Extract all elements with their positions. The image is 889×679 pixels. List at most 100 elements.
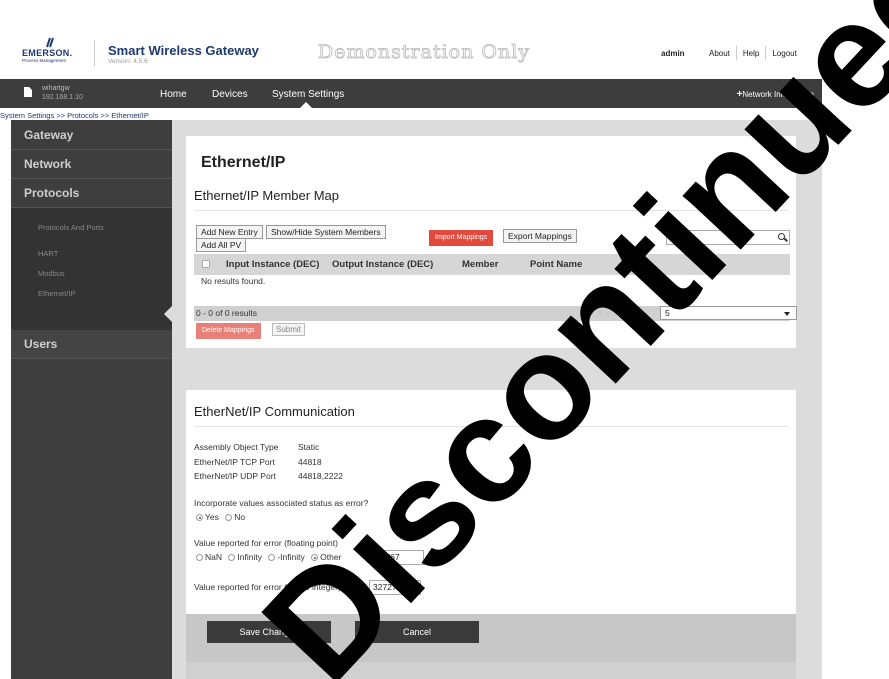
header: EMERSON. Process Management Smart Wirele…	[0, 0, 822, 78]
float-other-radio[interactable]: Other	[311, 552, 341, 562]
search-input[interactable]	[669, 232, 769, 243]
sidebar-link-ethernet-ip[interactable]: Ethernet/IP	[11, 284, 172, 304]
sidebar-item-network[interactable]: Network	[11, 150, 172, 179]
column-member[interactable]: Member	[462, 259, 498, 270]
active-nav-caret	[300, 102, 312, 108]
network-information-label: Network Information	[742, 90, 814, 99]
assembly-object-type-label: Assembly Object Type	[194, 442, 279, 452]
assembly-object-type-value: Static	[298, 442, 320, 452]
sidebar-item-gateway[interactable]: Gateway	[11, 120, 172, 150]
nav-system-settings[interactable]: System Settings	[272, 89, 344, 100]
int-error-label: Value reported for error (native integer…	[194, 582, 341, 592]
radio-checked-icon	[311, 554, 319, 561]
status-yes-label: Yes	[205, 512, 219, 522]
product-version: Version: 4.5.6	[108, 58, 148, 65]
active-item-notch	[164, 306, 172, 322]
float-error-value-field[interactable]: 32767	[372, 550, 424, 565]
show-hide-system-members-button[interactable]: Show/Hide System Members	[266, 225, 386, 239]
brand-name: EMERSON.	[22, 48, 73, 58]
delete-mappings-button[interactable]: Delete Mappings	[196, 323, 261, 339]
member-map-table-header: Input Instance (DEC) Output Instance (DE…	[194, 254, 790, 275]
help-link[interactable]: Help	[737, 49, 765, 58]
header-divider	[94, 40, 95, 66]
sidebar-item-protocols[interactable]: Protocols	[11, 179, 172, 208]
device-name: wihartgw	[42, 85, 70, 92]
add-all-pv-button[interactable]: Add All PV	[196, 238, 247, 252]
float-neg-infinity-radio[interactable]: -Infinity	[268, 552, 305, 562]
network-information-button[interactable]: +Network Information	[737, 89, 814, 100]
status-as-error-options: Yes No	[196, 512, 249, 522]
import-mappings-button[interactable]: Import Mappings	[429, 230, 494, 246]
sidebar-item-users[interactable]: Users	[11, 330, 172, 359]
member-map-title: Ethernet/IP Member Map	[194, 188, 339, 203]
page-title: Ethernet/IP	[201, 154, 286, 171]
float-error-label: Value reported for error (floating point…	[194, 538, 338, 548]
search-box[interactable]	[666, 230, 790, 245]
demo-banner: Demonstration Only	[318, 41, 531, 64]
radio-checked-icon	[196, 514, 203, 521]
page-size-value: 5	[665, 308, 670, 318]
emerson-logo[interactable]: EMERSON. Process Management	[22, 36, 80, 66]
nav-devices[interactable]: Devices	[212, 89, 248, 100]
float-other-label: Other	[320, 552, 342, 562]
float-error-options: NaN Infinity -Infinity Other	[196, 552, 345, 562]
protocols-submenu: Protocols And Ports HART Modbus Ethernet…	[11, 208, 172, 330]
main-nav: wihartgw 192.168.1.10 Home Devices Syste…	[0, 79, 822, 108]
current-user: admin	[661, 49, 685, 58]
float-neg-infinity-label: -Infinity	[277, 552, 305, 562]
pagination-bar: 0 - 0 of 0 results « ‹ 1 › » 5	[194, 306, 797, 321]
radio-unchecked-icon	[225, 514, 233, 521]
export-mappings-button[interactable]: Export Mappings	[503, 229, 577, 243]
product-title: Smart Wireless Gateway	[108, 43, 259, 58]
submit-button[interactable]: Submit	[272, 323, 305, 336]
udp-port-label: EtherNet/IP UDP Port	[194, 471, 276, 481]
cancel-button[interactable]: Cancel	[355, 621, 479, 643]
sidebar: Gateway Network Protocols Protocols And …	[11, 120, 172, 679]
radio-unchecked-icon	[268, 554, 276, 561]
column-point-name[interactable]: Point Name	[530, 259, 582, 270]
logout-link[interactable]: Logout	[766, 49, 802, 58]
form-actions: Save Changes Cancel	[186, 614, 796, 662]
pagination-controls[interactable]: « ‹ 1 › »	[598, 308, 635, 317]
column-output-instance[interactable]: Output Instance (DEC)	[332, 259, 433, 270]
member-map-panel: Ethernet/IP Ethernet/IP Member Map Add N…	[186, 136, 797, 348]
status-as-error-label: Incorporate values associated status as …	[194, 498, 369, 508]
sidebar-link-hart[interactable]: HART	[11, 244, 172, 264]
page-size-select[interactable]: 5	[660, 306, 797, 320]
radio-unchecked-icon	[228, 554, 236, 561]
udp-port-value: 44818,2222	[298, 471, 343, 481]
brand-subtitle: Process Management	[22, 58, 66, 63]
section-divider	[194, 426, 788, 427]
status-no-radio[interactable]: No	[225, 512, 245, 522]
nav-home[interactable]: Home	[160, 89, 187, 100]
about-link[interactable]: About	[703, 49, 736, 58]
search-icon[interactable]	[778, 233, 785, 240]
radio-unchecked-icon	[196, 554, 203, 561]
chevron-down-icon	[784, 312, 790, 316]
select-all-checkbox[interactable]	[202, 260, 210, 268]
next-panel-edge	[186, 662, 796, 679]
int-error-value-field[interactable]: 32727	[369, 580, 421, 595]
device-info: wihartgw 192.168.1.10	[18, 84, 158, 104]
float-nan-radio[interactable]: NaN	[196, 552, 222, 562]
section-divider	[194, 210, 788, 211]
result-count: 0 - 0 of 0 results	[196, 308, 257, 318]
save-changes-button[interactable]: Save Changes	[207, 621, 331, 643]
add-new-entry-button[interactable]: Add New Entry	[196, 225, 263, 239]
main-content: Ethernet/IP Ethernet/IP Member Map Add N…	[172, 120, 822, 679]
float-infinity-label: Infinity	[237, 552, 262, 562]
tcp-port-value: 44818	[298, 457, 322, 467]
status-yes-radio[interactable]: Yes	[196, 512, 219, 522]
header-links: About Help Logout	[703, 46, 803, 60]
float-infinity-radio[interactable]: Infinity	[228, 552, 262, 562]
breadcrumb: System Settings >> Protocols >> Ethernet…	[0, 111, 149, 120]
empty-table-message: No results found.	[201, 276, 266, 286]
device-ip: 192.168.1.10	[42, 94, 83, 101]
sidebar-link-modbus[interactable]: Modbus	[11, 264, 172, 284]
tcp-port-label: EtherNet/IP TCP Port	[194, 457, 275, 467]
emerson-logo-icon	[46, 37, 54, 48]
communication-title: EtherNet/IP Communication	[194, 404, 355, 419]
sidebar-link-protocols-and-ports[interactable]: Protocols And Ports	[11, 218, 172, 238]
column-input-instance[interactable]: Input Instance (DEC)	[226, 259, 319, 270]
communication-panel: EtherNet/IP Communication Assembly Objec…	[186, 390, 796, 614]
